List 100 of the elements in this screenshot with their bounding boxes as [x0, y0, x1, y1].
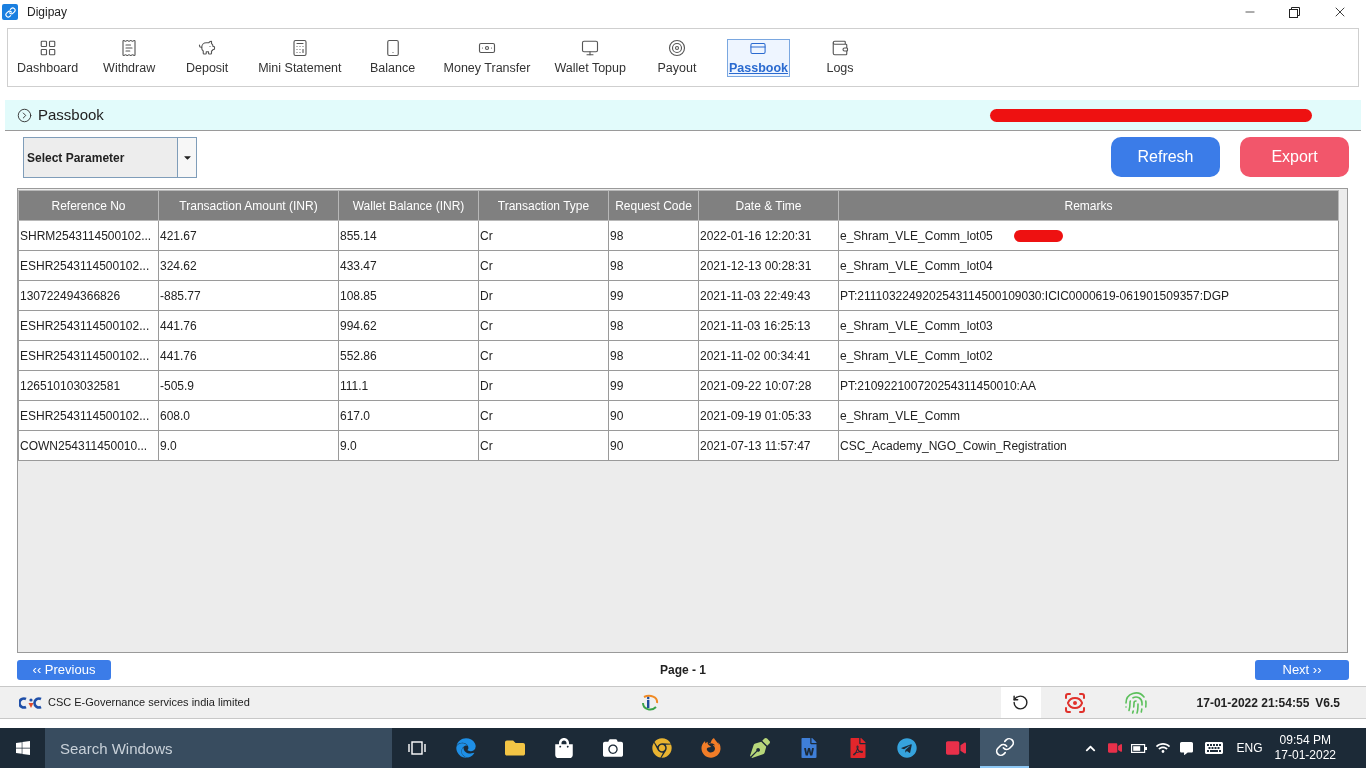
receipt-icon	[120, 39, 139, 57]
wallet-icon	[831, 39, 849, 57]
table-cell: 9.0	[338, 430, 479, 461]
start-icon[interactable]	[14, 740, 31, 756]
table-cell: e_Shram_VLE_Comm	[838, 400, 1339, 431]
table-cell: -505.9	[158, 370, 339, 401]
eye-scan-icon[interactable]	[1062, 690, 1087, 715]
table-cell: e_Shram_VLE_Comm_lot04	[838, 250, 1339, 281]
table-cell: 2021-07-13 11:57:47	[698, 430, 839, 461]
table-cell: ESHR2543114500102...	[18, 400, 159, 431]
monitor-icon	[581, 39, 600, 57]
table-cell: 111.1	[338, 370, 479, 401]
table-cell: COWN254311450010...	[18, 430, 159, 461]
table-cell: Dr	[478, 370, 609, 401]
search-field[interactable]: Search Windows	[45, 728, 392, 768]
window-title: Digipay	[27, 4, 68, 21]
table-cell: Cr	[478, 340, 609, 371]
toolbar-item[interactable]: Balance	[364, 38, 421, 77]
table-cell: 98	[608, 250, 699, 281]
table-cell: Cr	[478, 310, 609, 341]
browser-icon[interactable]	[700, 738, 721, 758]
table-cell: 608.0	[158, 400, 339, 431]
shopping-bag-icon[interactable]	[553, 738, 574, 758]
target-icon	[667, 39, 686, 57]
dropdown-button[interactable]	[177, 138, 196, 177]
restore-icon[interactable]	[1289, 6, 1300, 18]
table-cell: 98	[608, 340, 699, 371]
reload-button[interactable]	[1000, 687, 1041, 718]
reload-icon	[1012, 694, 1030, 711]
table-cell: 130722494366826	[18, 280, 159, 311]
table-cell: 2021-09-19 01:05:33	[698, 400, 839, 431]
paper-plane-icon[interactable]	[896, 738, 917, 758]
taskbar-button[interactable]	[980, 728, 1029, 768]
table-cell: CSC_Academy_NGO_Cowin_Registration	[838, 430, 1339, 461]
table-cell: 2021-11-03 16:25:13	[698, 310, 839, 341]
table-cell: 98	[608, 220, 699, 251]
table-cell: Cr	[478, 250, 609, 281]
toolbar-item[interactable]: Logs	[812, 38, 868, 77]
table-cell: ESHR2543114500102...	[18, 250, 159, 281]
table-cell: 2021-11-03 22:49:43	[698, 280, 839, 311]
clock-time[interactable]: 09:54 PM	[1279, 733, 1331, 748]
task-view-icon[interactable]	[407, 741, 426, 755]
toolbar-item[interactable]: Mini Statement	[257, 38, 343, 77]
company-name: CSC E-Governance services india limited	[48, 695, 250, 711]
table-cell: PT:210922100720254311450010:AA	[838, 370, 1339, 401]
toolbar-item[interactable]: Money Transfer	[442, 38, 532, 77]
toolbar-item[interactable]: Dashboard	[16, 38, 80, 77]
page-title: Passbook	[38, 104, 104, 125]
table-cell: -885.77	[158, 280, 339, 311]
table-cell: 433.47	[338, 250, 479, 281]
grid-icon	[38, 39, 57, 57]
table-cell: Cr	[478, 400, 609, 431]
table-cell: 617.0	[338, 400, 479, 431]
column-header: Reference No	[18, 190, 159, 221]
table-cell: 552.86	[338, 340, 479, 371]
previous-button[interactable]: ‹‹ Previous	[17, 660, 111, 680]
battery-icon[interactable]	[1130, 743, 1147, 753]
browser-icon[interactable]	[455, 738, 476, 758]
pen-icon[interactable]	[749, 738, 770, 758]
table-cell: 90	[608, 400, 699, 431]
toolbar-item[interactable]: Wallet Topup	[553, 38, 627, 77]
app-version: V6.5	[1315, 694, 1340, 712]
next-button[interactable]: Next ››	[1255, 660, 1349, 680]
table-cell: 126510103032581	[18, 370, 159, 401]
notification-icon[interactable]	[1180, 741, 1194, 755]
camera-icon[interactable]	[602, 738, 623, 758]
table-cell: e_Shram_VLE_Comm_lot02	[838, 340, 1339, 371]
table-cell: Cr	[478, 430, 609, 461]
table-cell: SHRM2543114500102...	[18, 220, 159, 251]
calculator-icon	[290, 39, 309, 57]
toolbar-item[interactable]: Deposit	[179, 38, 236, 77]
table-cell: 994.62	[338, 310, 479, 341]
column-header: Date & Time	[698, 190, 839, 221]
language-indicator[interactable]: ENG	[1236, 739, 1263, 757]
toolbar-item[interactable]: Withdraw	[101, 38, 158, 77]
table-cell: 441.76	[158, 340, 339, 371]
piggy-bank-icon	[198, 39, 217, 57]
table-cell: 2021-12-13 00:28:31	[698, 250, 839, 281]
toolbar-item[interactable]: Passbook	[726, 38, 790, 77]
wifi-icon[interactable]	[1155, 741, 1170, 755]
link-icon[interactable]	[994, 737, 1015, 757]
browser-icon[interactable]	[651, 738, 672, 758]
keyboard-icon[interactable]	[1204, 739, 1223, 757]
column-header: Transaction Amount (INR)	[158, 190, 339, 221]
video-camera-icon[interactable]	[945, 738, 966, 758]
parameter-dropdown[interactable]: Select Parameter	[23, 137, 197, 178]
table-cell: e_Shram_VLE_Comm_lot03	[838, 310, 1339, 341]
folder-icon[interactable]	[504, 738, 525, 758]
table-cell: 2021-09-22 10:07:28	[698, 370, 839, 401]
status-datetime: 17-01-2022 21:54:55	[1196, 694, 1310, 712]
remark-text: e_Shram_VLE_Comm_lot05	[840, 227, 993, 245]
table-cell: 90	[608, 430, 699, 461]
company-logo	[19, 696, 43, 709]
page-indicator: Page - 1	[660, 662, 706, 679]
toolbar-item[interactable]: Payout	[648, 38, 705, 77]
column-header: Request Code	[608, 190, 699, 221]
refresh-button[interactable]: Refresh	[1111, 137, 1220, 177]
table-cell: PT:2111032249202543114500109030:ICIC0000619-061901509357:DGP	[838, 280, 1339, 311]
clock-date[interactable]: 17-01-2022	[1274, 748, 1336, 763]
video-camera-icon[interactable]	[1107, 741, 1122, 755]
